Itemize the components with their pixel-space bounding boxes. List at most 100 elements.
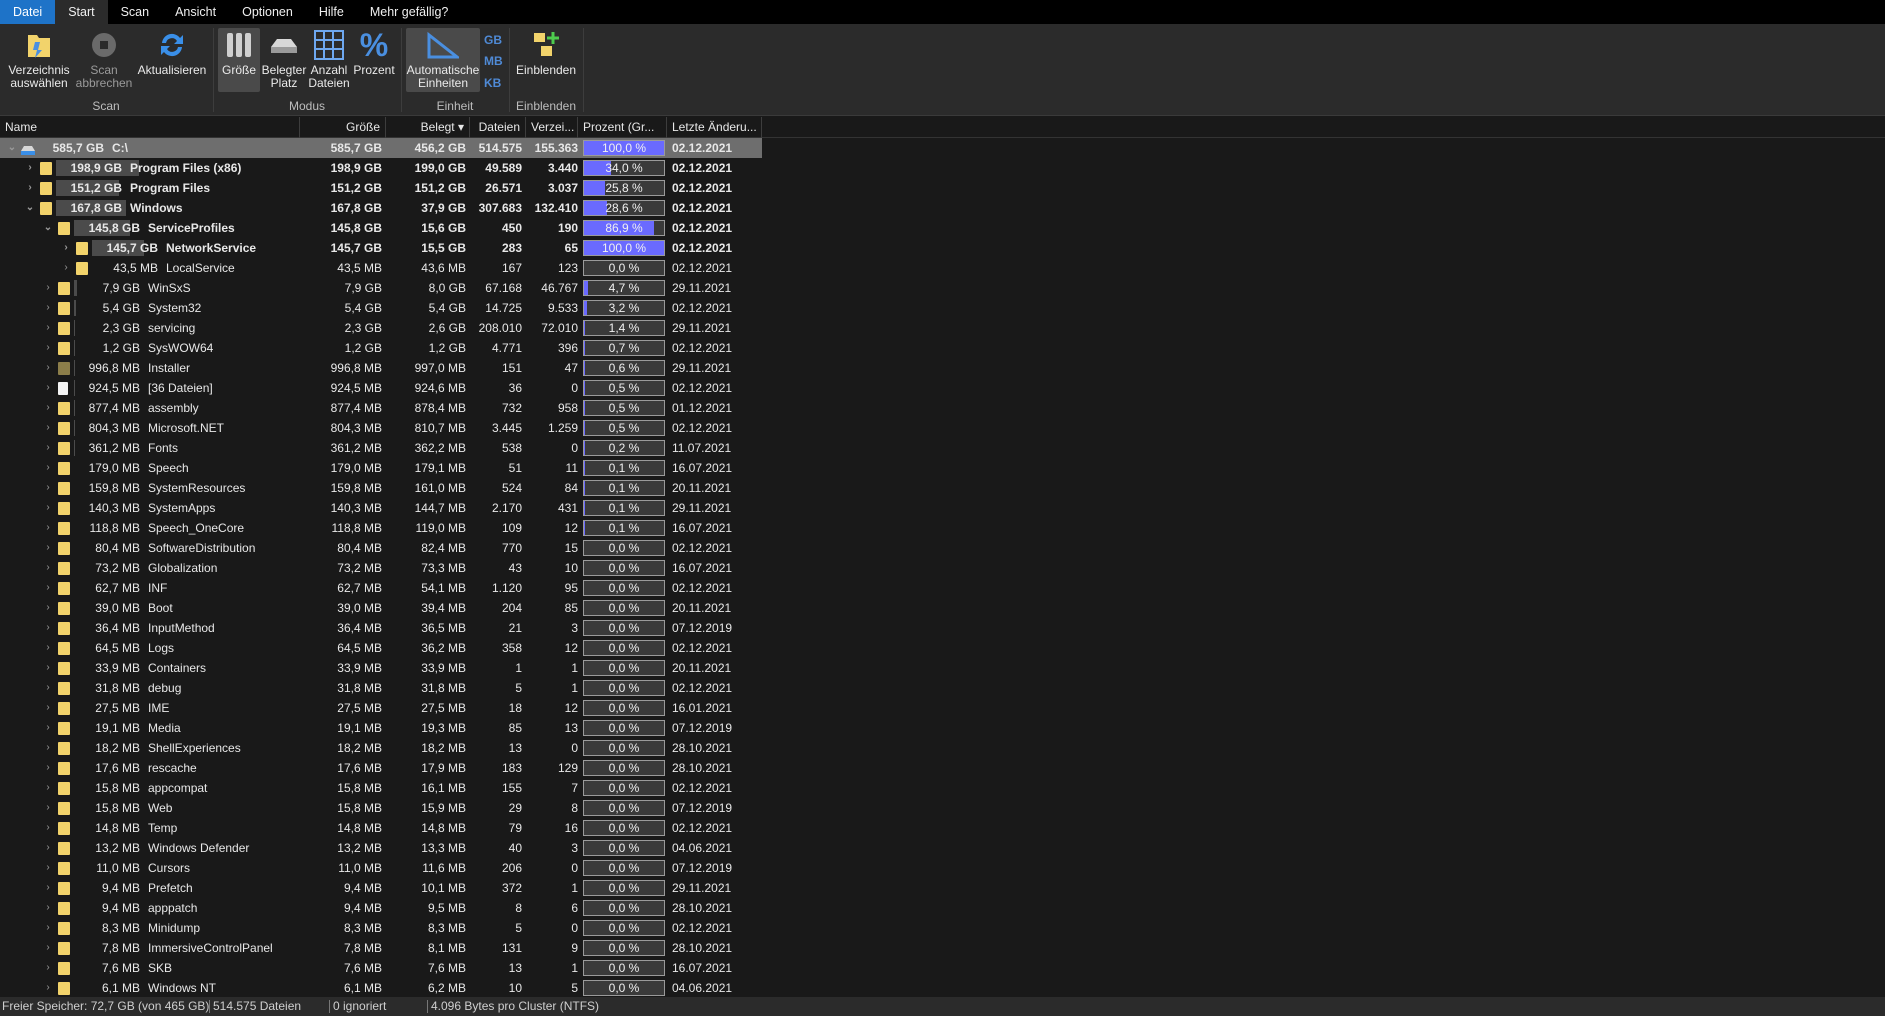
tree-row[interactable]: › 877,4 MB assembly 877,4 MB 878,4 MB 732 958 0… xyxy=(0,398,762,418)
chevron-right-icon[interactable]: › xyxy=(42,918,54,938)
tree-row[interactable]: › 8,3 MB Minidump 8,3 MB 8,3 MB 5 0 0,0 % 02.12.… xyxy=(0,918,762,938)
column-dirs[interactable]: Verzei... xyxy=(526,117,578,138)
chevron-right-icon[interactable]: › xyxy=(60,258,72,278)
chevron-down-icon[interactable]: ⌄ xyxy=(6,138,18,158)
column-used[interactable]: Belegt ▾ xyxy=(386,117,470,138)
mode-file-count-button[interactable]: Anzahl Dateien xyxy=(308,28,350,92)
column-name[interactable]: Name xyxy=(0,117,300,138)
tree-row[interactable]: › 14,8 MB Temp 14,8 MB 14,8 MB 79 16 0,0 % 02.12… xyxy=(0,818,762,838)
tree-row[interactable]: › 73,2 MB Globalization 73,2 MB 73,3 MB 43 10 0… xyxy=(0,558,762,578)
tree-row[interactable]: › 15,8 MB Web 15,8 MB 15,9 MB 29 8 0,0 % 07.12.2… xyxy=(0,798,762,818)
mode-percent-button[interactable]: % Prozent xyxy=(352,28,396,92)
tab-scan[interactable]: Scan xyxy=(108,0,163,24)
tree-row[interactable]: › 9,4 MB Prefetch 9,4 MB 10,1 MB 372 1 0,0 % 29.… xyxy=(0,878,762,898)
tree-row[interactable]: › 19,1 MB Media 19,1 MB 19,3 MB 85 13 0,0 % 07.1… xyxy=(0,718,762,738)
tree-row[interactable]: › 6,1 MB Windows NT 6,1 MB 6,2 MB 10 5 0,0 % 04.… xyxy=(0,978,762,997)
chevron-right-icon[interactable]: › xyxy=(42,418,54,438)
stop-scan-button[interactable]: Scan abbrechen xyxy=(76,28,132,92)
unit-kb-button[interactable]: KB xyxy=(484,76,501,90)
tree-row[interactable]: › 804,3 MB Microsoft.NET 804,3 MB 810,7 MB 3.… xyxy=(0,418,762,438)
tree-row[interactable]: › 43,5 MB LocalService 43,5 MB 43,6 MB 167 123… xyxy=(0,258,762,278)
tab-mehr[interactable]: Mehr gefällig? xyxy=(357,0,462,24)
chevron-down-icon[interactable]: ⌄ xyxy=(24,198,36,218)
chevron-right-icon[interactable]: › xyxy=(42,558,54,578)
chevron-right-icon[interactable]: › xyxy=(24,158,36,178)
unit-mb-button[interactable]: MB xyxy=(484,54,503,68)
chevron-right-icon[interactable]: › xyxy=(42,578,54,598)
tree-row[interactable]: › 7,9 GB WinSxS 7,9 GB 8,0 GB 67.168 46.767 4,7… xyxy=(0,278,762,298)
tree-row[interactable]: › 118,8 MB Speech_OneCore 118,8 MB 119,0 MB 1… xyxy=(0,518,762,538)
chevron-right-icon[interactable]: › xyxy=(42,818,54,838)
chevron-right-icon[interactable]: › xyxy=(42,678,54,698)
tree-row[interactable]: › 996,8 MB Installer 996,8 MB 997,0 MB 151 47 0… xyxy=(0,358,762,378)
tree-row[interactable]: › 64,5 MB Logs 64,5 MB 36,2 MB 358 12 0,0 % 02.1… xyxy=(0,638,762,658)
tree-row[interactable]: › 145,7 GB NetworkService 145,7 GB 15,5 GB 28… xyxy=(0,238,762,258)
mode-used-space-button[interactable]: Belegter Platz xyxy=(262,28,306,92)
tree-row[interactable]: › 13,2 MB Windows Defender 13,2 MB 13,3 MB 40… xyxy=(0,838,762,858)
tree-row[interactable]: › 361,2 MB Fonts 361,2 MB 362,2 MB 538 0 0,2 % 1… xyxy=(0,438,762,458)
tree-row[interactable]: › 18,2 MB ShellExperiences 18,2 MB 18,2 MB 13… xyxy=(0,738,762,758)
chevron-right-icon[interactable]: › xyxy=(42,858,54,878)
select-directory-button[interactable]: Verzeichnis auswählen xyxy=(6,28,72,92)
chevron-right-icon[interactable]: › xyxy=(42,298,54,318)
chevron-right-icon[interactable]: › xyxy=(42,498,54,518)
tree-row[interactable]: › 11,0 MB Cursors 11,0 MB 11,6 MB 206 0 0,0 % 07… xyxy=(0,858,762,878)
chevron-right-icon[interactable]: › xyxy=(42,458,54,478)
chevron-right-icon[interactable]: › xyxy=(42,878,54,898)
chevron-right-icon[interactable]: › xyxy=(42,718,54,738)
chevron-right-icon[interactable]: › xyxy=(42,598,54,618)
tree-row[interactable]: › 62,7 MB INF 62,7 MB 54,1 MB 1.120 95 0,0 % 02.… xyxy=(0,578,762,598)
tree-row[interactable]: › 1,2 GB SysWOW64 1,2 GB 1,2 GB 4.771 396 0,7 %… xyxy=(0,338,762,358)
chevron-right-icon[interactable]: › xyxy=(42,318,54,338)
tree-row[interactable]: › 15,8 MB appcompat 15,8 MB 16,1 MB 155 7 0,0 %… xyxy=(0,778,762,798)
column-files[interactable]: Dateien xyxy=(470,117,526,138)
tree-row[interactable]: › 7,8 MB ImmersiveControlPanel 7,8 MB 8,1 MB… xyxy=(0,938,762,958)
chevron-right-icon[interactable]: › xyxy=(42,378,54,398)
chevron-right-icon[interactable]: › xyxy=(42,958,54,978)
tree-row[interactable]: › 27,5 MB IME 27,5 MB 27,5 MB 18 12 0,0 % 16.01.… xyxy=(0,698,762,718)
chevron-down-icon[interactable]: ⌄ xyxy=(42,218,54,238)
column-size[interactable]: Größe xyxy=(300,117,386,138)
tree-row[interactable]: › 33,9 MB Containers 33,9 MB 33,9 MB 1 1 0,0 % 2… xyxy=(0,658,762,678)
tree-row[interactable]: › 140,3 MB SystemApps 140,3 MB 144,7 MB 2.170… xyxy=(0,498,762,518)
chevron-right-icon[interactable]: › xyxy=(42,638,54,658)
auto-units-button[interactable]: Automatische Einheiten xyxy=(406,28,480,92)
column-last-modified[interactable]: Letzte Änderu... xyxy=(667,117,762,138)
tree-row[interactable]: › 2,3 GB servicing 2,3 GB 2,6 GB 208.010 72.01… xyxy=(0,318,762,338)
tree-row[interactable]: › 17,6 MB rescache 17,6 MB 17,9 MB 183 129 0,0 … xyxy=(0,758,762,778)
tree-row[interactable]: › 36,4 MB InputMethod 36,4 MB 36,5 MB 21 3 0,0 … xyxy=(0,618,762,638)
chevron-right-icon[interactable]: › xyxy=(42,278,54,298)
tree-row[interactable]: ⌄ 145,8 GB ServiceProfiles 145,8 GB 15,6 GB 4… xyxy=(0,218,762,238)
tree-row[interactable]: › 159,8 MB SystemResources 159,8 MB 161,0 MB… xyxy=(0,478,762,498)
chevron-right-icon[interactable]: › xyxy=(42,698,54,718)
tree-row[interactable]: › 198,9 GB Program Files (x86) 198,9 GB 199,… xyxy=(0,158,762,178)
chevron-right-icon[interactable]: › xyxy=(42,978,54,997)
chevron-right-icon[interactable]: › xyxy=(42,518,54,538)
tree-row[interactable]: › 179,0 MB Speech 179,0 MB 179,1 MB 51 11 0,1 %… xyxy=(0,458,762,478)
show-button[interactable]: Einblenden xyxy=(514,28,578,92)
tree-row[interactable]: ⌄ 167,8 GB Windows 167,8 GB 37,9 GB 307.683 13… xyxy=(0,198,762,218)
chevron-right-icon[interactable]: › xyxy=(42,798,54,818)
tree-row[interactable]: › 9,4 MB apppatch 9,4 MB 9,5 MB 8 6 0,0 % 28.10.… xyxy=(0,898,762,918)
tree-row[interactable]: ⌄ 585,7 GB C:\ 585,7 GB 456,2 GB 514.575 155.3… xyxy=(0,138,762,158)
chevron-right-icon[interactable]: › xyxy=(42,478,54,498)
tree-row[interactable]: › 5,4 GB System32 5,4 GB 5,4 GB 14.725 9.533 3,… xyxy=(0,298,762,318)
mode-size-button[interactable]: Größe xyxy=(218,28,260,92)
unit-gb-button[interactable]: GB xyxy=(484,33,502,47)
tree-row[interactable]: › 39,0 MB Boot 39,0 MB 39,4 MB 204 85 0,0 % 20.1… xyxy=(0,598,762,618)
chevron-right-icon[interactable]: › xyxy=(42,738,54,758)
column-percent[interactable]: Prozent (Gr... xyxy=(578,117,667,138)
chevron-right-icon[interactable]: › xyxy=(42,618,54,638)
chevron-right-icon[interactable]: › xyxy=(42,758,54,778)
tree-row[interactable]: › 31,8 MB debug 31,8 MB 31,8 MB 5 1 0,0 % 02.12.… xyxy=(0,678,762,698)
tab-datei[interactable]: Datei xyxy=(0,0,56,24)
chevron-right-icon[interactable]: › xyxy=(42,358,54,378)
chevron-right-icon[interactable]: › xyxy=(42,438,54,458)
tab-ansicht[interactable]: Ansicht xyxy=(162,0,229,24)
tree-row[interactable]: › 151,2 GB Program Files 151,2 GB 151,2 GB 26… xyxy=(0,178,762,198)
chevron-right-icon[interactable]: › xyxy=(42,838,54,858)
chevron-right-icon[interactable]: › xyxy=(42,898,54,918)
chevron-right-icon[interactable]: › xyxy=(42,658,54,678)
chevron-right-icon[interactable]: › xyxy=(24,178,36,198)
refresh-button[interactable]: Aktualisieren xyxy=(134,28,210,92)
